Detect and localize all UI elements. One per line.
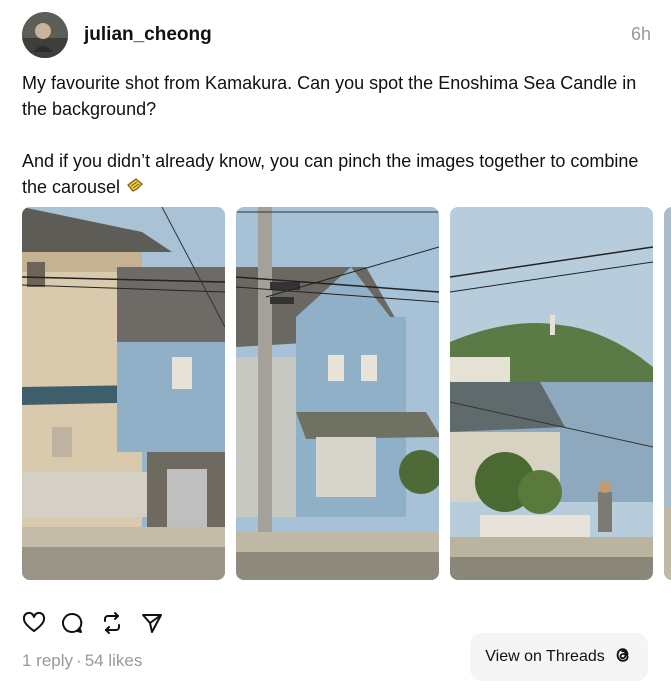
threads-logo-icon [613,645,633,670]
heart-icon[interactable] [22,611,46,635]
carousel-image-3[interactable] [450,207,653,580]
send-icon[interactable] [140,611,164,635]
post-stats: 1 reply · 54 likes [22,651,142,671]
caption-line-1: My favourite shot from Kamakura. Can you… [22,73,637,119]
image-carousel[interactable] [22,207,671,580]
caption-line-2-text: And if you didn’t already know, you can … [22,151,639,197]
username[interactable]: julian_cheong [84,24,212,46]
caption-line-2: And if you didn’t already know, you can … [22,148,652,200]
repost-icon[interactable] [100,611,124,635]
view-on-threads-button[interactable]: View on Threads [470,633,648,681]
view-on-threads-label: View on Threads [485,648,605,665]
comment-icon[interactable] [60,611,84,635]
post-timestamp: 6h [630,24,651,44]
stats-separator: · [76,651,82,670]
reply-count[interactable]: 1 reply [22,651,73,670]
carousel-image-4[interactable] [664,207,671,580]
pinch-hand-icon [125,176,145,196]
like-count[interactable]: 54 likes [85,651,143,670]
carousel-image-2[interactable] [236,207,439,580]
avatar[interactable] [22,12,68,58]
post-caption: My favourite shot from Kamakura. Can you… [22,70,652,200]
carousel-image-1[interactable] [22,207,225,580]
